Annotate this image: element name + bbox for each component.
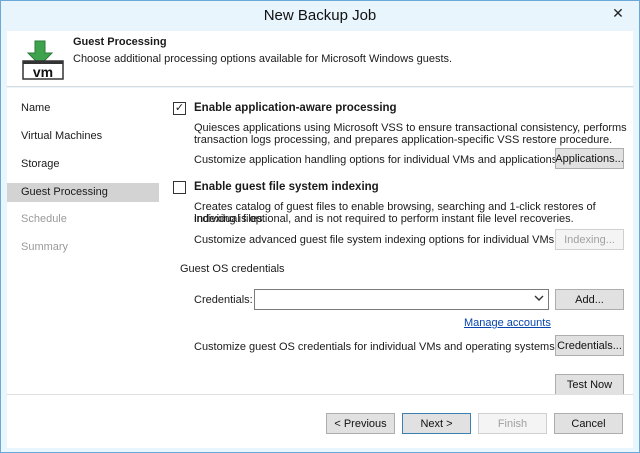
sidebar-item-guest-processing[interactable]: Guest Processing bbox=[7, 183, 159, 202]
footer-divider bbox=[7, 394, 633, 395]
credentials-label: Credentials: bbox=[194, 294, 253, 306]
cancel-button[interactable]: Cancel bbox=[554, 413, 623, 434]
previous-button[interactable]: < Previous bbox=[326, 413, 395, 434]
indexing-checkbox[interactable] bbox=[173, 181, 186, 194]
sidebar-item-virtual-machines[interactable]: Virtual Machines bbox=[7, 127, 159, 146]
chevron-down-icon bbox=[534, 293, 544, 306]
credentials-customize-text: Customize guest OS credentials for indiv… bbox=[194, 341, 555, 353]
sidebar-item-schedule: Schedule bbox=[21, 213, 67, 225]
guest-processing-panel: ✓ Enable application-aware processing Qu… bbox=[159, 88, 633, 395]
app-aware-label[interactable]: Enable application-aware processing bbox=[194, 102, 397, 114]
page-title: Guest Processing bbox=[73, 36, 167, 48]
title-bar: New Backup Job ✕ bbox=[1, 1, 639, 31]
checkmark-icon: ✓ bbox=[174, 102, 185, 114]
wizard-window: New Backup Job ✕ vm Guest Processing Cho… bbox=[0, 0, 640, 453]
manage-accounts-link[interactable]: Manage accounts bbox=[464, 317, 551, 329]
close-icon: ✕ bbox=[612, 4, 624, 21]
test-now-button[interactable]: Test Now bbox=[555, 374, 624, 395]
guest-os-credentials-group-label: Guest OS credentials bbox=[180, 263, 285, 275]
finish-button: Finish bbox=[478, 413, 547, 434]
app-aware-desc-1: Quiesces applications using Microsoft VS… bbox=[194, 122, 627, 134]
indexing-customize-text: Customize advanced guest file system ind… bbox=[194, 234, 555, 246]
page-description: Choose additional processing options ava… bbox=[73, 53, 453, 65]
wizard-steps-sidebar: Name Virtual Machines Storage Guest Proc… bbox=[7, 88, 159, 394]
indexing-button: Indexing... bbox=[555, 229, 624, 250]
applications-button[interactable]: Applications... bbox=[555, 148, 624, 169]
sidebar-item-summary: Summary bbox=[21, 241, 69, 253]
wizard-header: vm Guest Processing Choose additional pr… bbox=[7, 31, 633, 87]
close-button[interactable]: ✕ bbox=[603, 2, 633, 24]
indexing-label[interactable]: Enable guest file system indexing bbox=[194, 181, 379, 193]
sidebar-item-storage[interactable]: Storage bbox=[7, 155, 159, 174]
credentials-dropdown[interactable] bbox=[254, 289, 549, 310]
indexing-desc-2: Indexing is optional, and is not require… bbox=[194, 213, 574, 225]
sidebar-item-name[interactable]: Name bbox=[7, 99, 159, 118]
vm-icon-text: vm bbox=[33, 64, 53, 80]
next-button[interactable]: Next > bbox=[402, 413, 471, 434]
app-aware-desc-2: transaction logs processing, and prepare… bbox=[194, 134, 613, 146]
add-credentials-button[interactable]: Add... bbox=[555, 289, 624, 310]
vm-backup-icon: vm bbox=[21, 39, 67, 83]
app-aware-customize-text: Customize application handling options f… bbox=[194, 154, 558, 166]
credentials-button[interactable]: Credentials... bbox=[555, 335, 624, 356]
app-aware-checkbox[interactable]: ✓ bbox=[173, 102, 186, 115]
window-title: New Backup Job bbox=[263, 7, 377, 24]
